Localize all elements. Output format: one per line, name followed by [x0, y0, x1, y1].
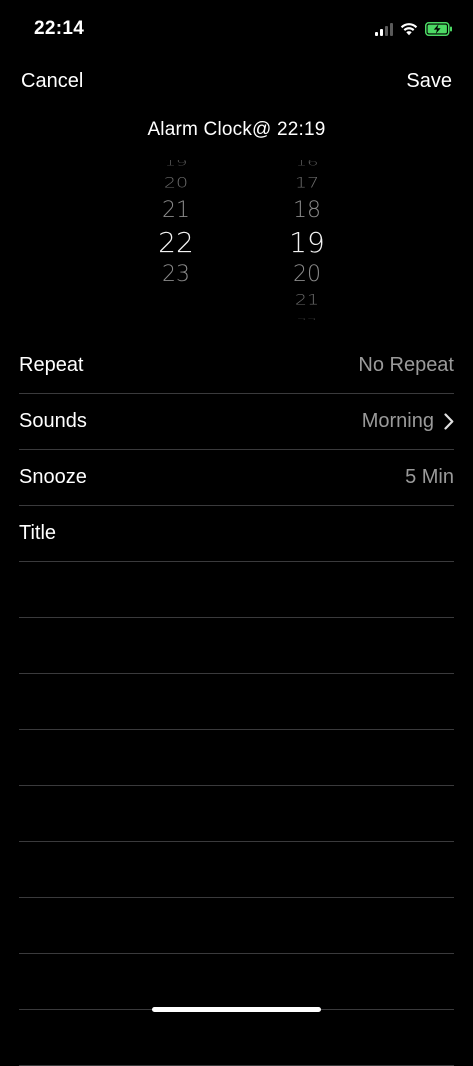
empty-row	[19, 730, 454, 786]
sounds-label: Sounds	[19, 410, 87, 432]
status-time: 22:14	[34, 18, 85, 39]
picker-item: 20	[163, 174, 189, 192]
home-indicator[interactable]	[152, 1007, 321, 1012]
picker-item: 20	[293, 262, 321, 287]
snooze-value-text: 5 Min	[405, 466, 454, 488]
cancel-button[interactable]: Cancel	[21, 70, 83, 93]
save-button[interactable]: Save	[406, 70, 452, 93]
picker-selected-minute: 19	[289, 226, 325, 259]
hour-picker-wheel[interactable]: 19 20 21 22 23	[131, 160, 221, 320]
empty-row	[19, 898, 454, 954]
picker-item: 22	[296, 316, 318, 320]
title-label: Title	[19, 522, 57, 544]
empty-row	[19, 674, 454, 730]
empty-row	[19, 618, 454, 674]
chevron-right-icon	[444, 413, 454, 430]
snooze-label: Snooze	[19, 466, 87, 488]
picker-item: 23	[162, 262, 190, 287]
sounds-value-text: Morning	[361, 410, 434, 432]
empty-row	[19, 1010, 454, 1066]
minute-picker-wheel[interactable]: 16 17 18 19 20 21 22	[262, 160, 352, 320]
picker-item: 17	[294, 174, 320, 192]
alarm-settings-list: Repeat No Repeat Sounds Morning Snooze 5…	[19, 338, 454, 1066]
wifi-icon	[400, 23, 418, 36]
alarm-title: Alarm Clock@ 22:19	[147, 119, 326, 140]
picker-item: 19	[164, 160, 188, 168]
repeat-value: No Repeat	[358, 354, 454, 377]
picker-selected-hour: 22	[158, 226, 194, 259]
snooze-value: 5 Min	[405, 466, 454, 489]
sounds-value: Morning	[362, 410, 454, 433]
repeat-row[interactable]: Repeat No Repeat	[19, 338, 454, 394]
status-bar: 22:14	[0, 0, 473, 60]
empty-row	[19, 954, 454, 1010]
title-row[interactable]: Title	[19, 506, 454, 562]
status-icons	[375, 19, 453, 39]
picker-item: 16	[295, 160, 319, 168]
picker-item: 18	[293, 198, 321, 223]
repeat-value-text: No Repeat	[358, 354, 454, 376]
repeat-label: Repeat	[19, 354, 84, 376]
snooze-row[interactable]: Snooze 5 Min	[19, 450, 454, 506]
cellular-signal-icon	[375, 22, 393, 36]
empty-row	[19, 842, 454, 898]
sounds-row[interactable]: Sounds Morning	[19, 394, 454, 450]
picker-item: 21	[162, 198, 190, 223]
empty-row	[19, 786, 454, 842]
battery-charging-icon	[425, 22, 452, 36]
picker-item: 21	[294, 291, 320, 309]
empty-row	[19, 562, 454, 618]
